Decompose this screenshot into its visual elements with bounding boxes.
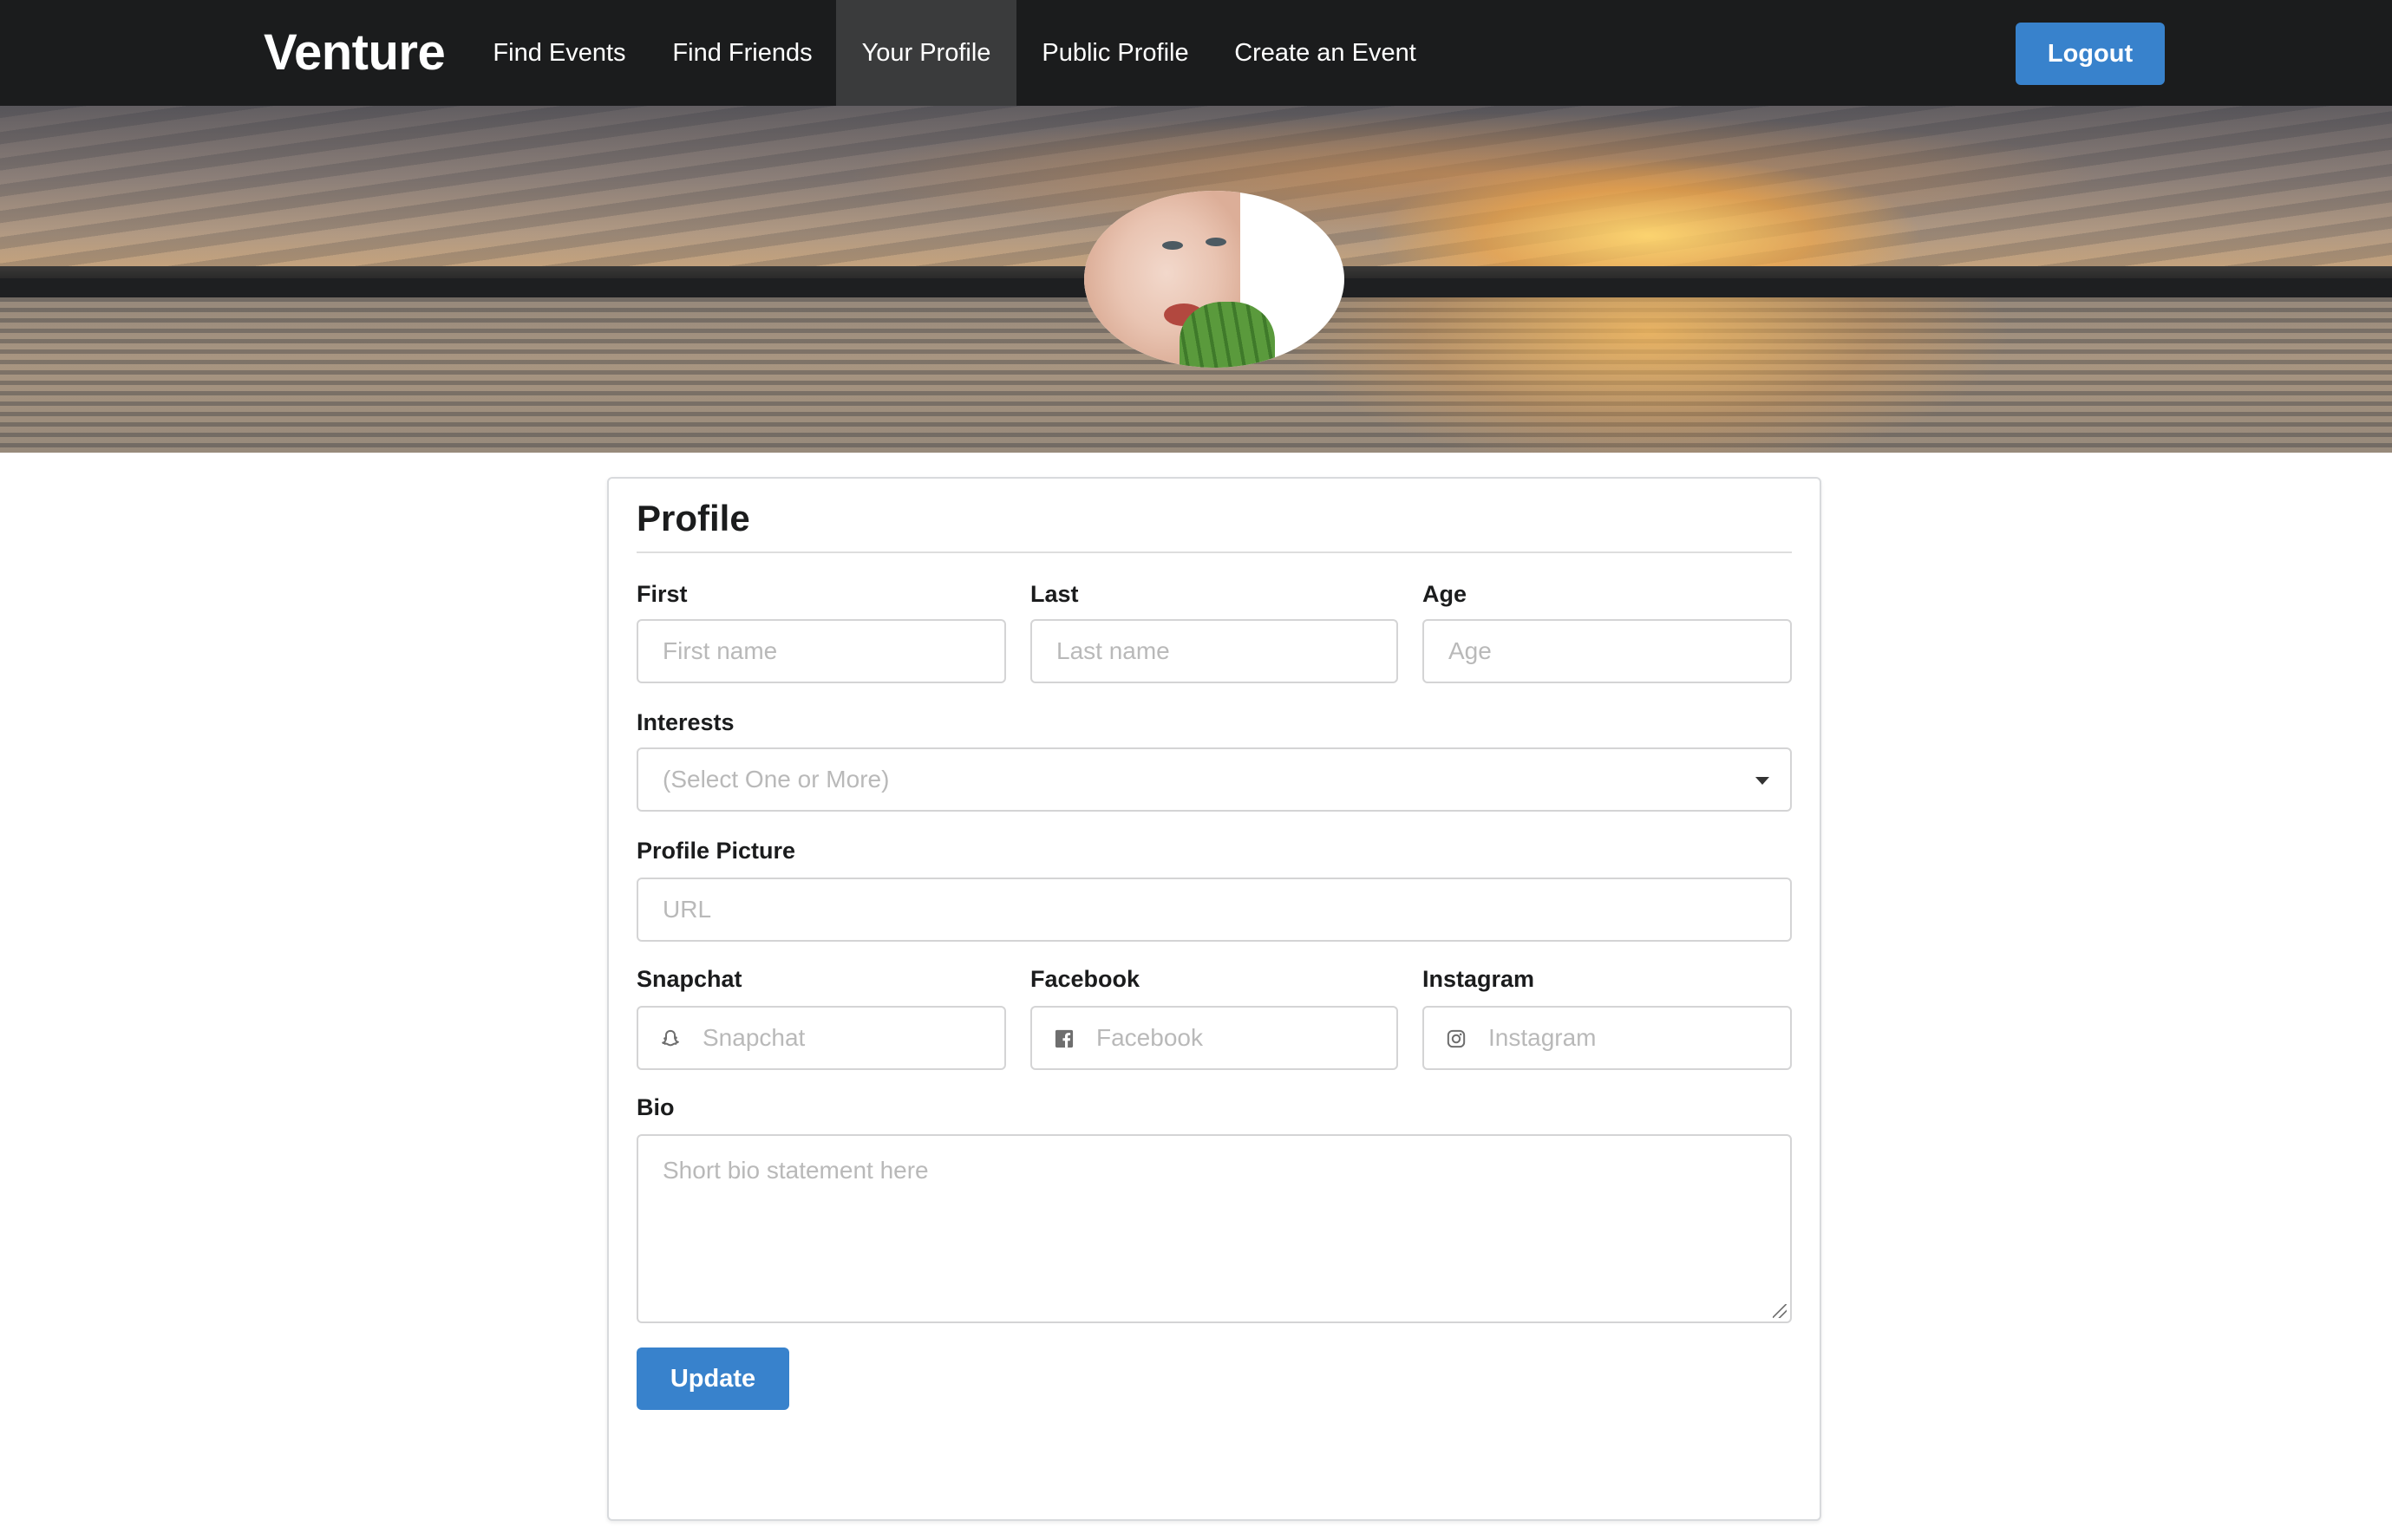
brand-logo[interactable]: Venture	[264, 0, 446, 106]
interests-label: Interests	[637, 709, 735, 735]
last-name-label: Last	[1030, 581, 1079, 607]
update-button[interactable]: Update	[637, 1348, 789, 1410]
bio-textarea[interactable]: Short bio statement here	[637, 1134, 1792, 1323]
first-name-label: First	[637, 581, 688, 607]
nav-create-event[interactable]: Create an Event	[1226, 0, 1424, 106]
instagram-label: Instagram	[1422, 966, 1535, 992]
facebook-input[interactable]: Facebook	[1030, 1006, 1398, 1070]
logout-button[interactable]: Logout	[2016, 23, 2165, 85]
facebook-placeholder: Facebook	[1096, 1024, 1203, 1051]
first-name-input[interactable]: First name	[637, 619, 1006, 683]
snapchat-placeholder: Snapchat	[703, 1024, 806, 1051]
snapchat-input[interactable]: Snapchat	[637, 1006, 1006, 1070]
last-name-input[interactable]: Last name	[1030, 619, 1398, 683]
facebook-label: Facebook	[1030, 966, 1140, 992]
avatar-eye-left	[1162, 241, 1183, 250]
instagram-icon	[1447, 1029, 1466, 1048]
form-title: Profile	[637, 498, 750, 538]
title-divider	[637, 551, 1792, 553]
profile-picture-url-input[interactable]: URL	[637, 878, 1792, 942]
nav-public-profile[interactable]: Public Profile	[1027, 0, 1204, 106]
nav-your-profile[interactable]: Your Profile	[836, 0, 1016, 106]
avatar-eye-right	[1206, 238, 1226, 246]
interests-placeholder: (Select One or More)	[663, 766, 890, 793]
snapchat-icon	[662, 1029, 679, 1047]
bio-placeholder: Short bio statement here	[663, 1157, 929, 1184]
facebook-icon	[1055, 1029, 1074, 1048]
nav-find-friends[interactable]: Find Friends	[661, 0, 824, 106]
age-label: Age	[1422, 581, 1467, 607]
avatar-cactus	[1180, 302, 1275, 368]
profile-avatar	[1084, 191, 1344, 368]
nav-find-events[interactable]: Find Events	[470, 0, 649, 106]
dropdown-caret-icon	[1755, 777, 1769, 785]
instagram-placeholder: Instagram	[1488, 1024, 1597, 1051]
instagram-input[interactable]: Instagram	[1422, 1006, 1792, 1070]
interests-dropdown[interactable]: (Select One or More)	[637, 747, 1792, 812]
profile-picture-label: Profile Picture	[637, 838, 796, 864]
bio-label: Bio	[637, 1094, 675, 1120]
snapchat-label: Snapchat	[637, 966, 742, 992]
profile-form-card: Profile First First name Last Last name …	[607, 477, 1821, 1521]
top-nav: Venture Find Events Find Friends Your Pr…	[0, 0, 2392, 106]
textarea-resize-handle[interactable]	[1773, 1304, 1787, 1318]
age-input[interactable]: Age	[1422, 619, 1792, 683]
